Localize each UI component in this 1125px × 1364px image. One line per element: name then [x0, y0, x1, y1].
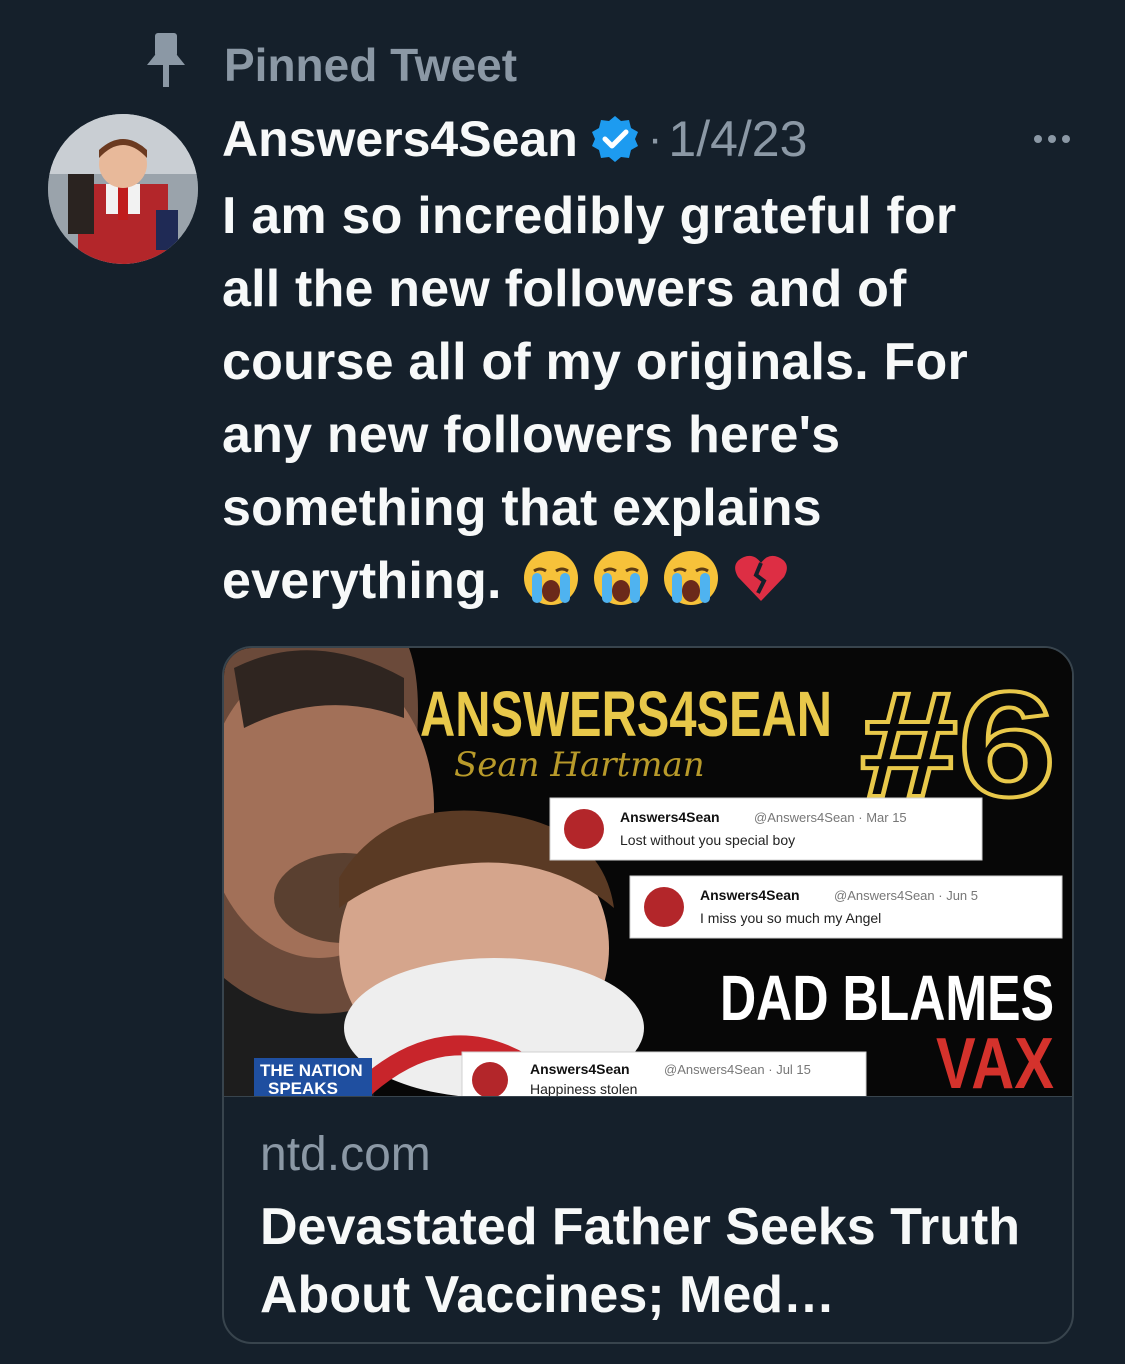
pin-icon: [140, 30, 192, 90]
embedded-tweet: Answers4Sean @Answers4Sean · Jun 5 I mis…: [629, 875, 1063, 939]
image-headline-2: VAX: [936, 1024, 1054, 1096]
card-domain: ntd.com: [260, 1128, 431, 1181]
svg-text:THE NATION: THE NATION: [260, 1061, 363, 1080]
svg-text:SPEAKS: SPEAKS: [268, 1079, 338, 1096]
author-name[interactable]: Answers4Sean: [222, 110, 578, 168]
embedded-tweet-name: Answers4Sean: [620, 809, 720, 825]
card-title[interactable]: Devastated Father Seeks Truth About Vacc…: [260, 1193, 1050, 1329]
tweet-text-line: any new followers here's: [222, 406, 841, 464]
embedded-tweet-handle: @Answers4Sean · Jul 15: [664, 1062, 811, 1077]
embedded-tweet-text: I miss you so much my Angel: [700, 910, 881, 926]
embedded-tweet-name: Answers4Sean: [530, 1061, 630, 1077]
link-preview-card[interactable]: ANSWERS4SEAN Sean Hartman #6 Answers4Sea…: [222, 646, 1074, 1344]
card-image: ANSWERS4SEAN Sean Hartman #6 Answers4Sea…: [224, 648, 1072, 1096]
tweet-text-line: course all of my originals. For: [222, 333, 968, 391]
embedded-tweet: Answers4Sean @Answers4Sean · Mar 15 Lost…: [549, 797, 983, 861]
pinned-label: Pinned Tweet: [224, 39, 518, 91]
pinned-indicator: Pinned Tweet: [140, 30, 517, 91]
embedded-tweet-text: Lost without you special boy: [620, 832, 795, 848]
embedded-tweet: Answers4Sean @Answers4Sean · Jul 15 Happ…: [461, 1051, 867, 1096]
tweet-date[interactable]: 1/4/23: [668, 110, 807, 168]
card-footer: ntd.com Devastated Father Seeks Truth Ab…: [224, 1096, 1072, 1342]
embedded-tweet-text: Happiness stolen: [530, 1081, 637, 1096]
tweet-text-line: something that explains: [222, 479, 822, 537]
tweet-text: I am so incredibly grateful for all the …: [222, 180, 1082, 618]
verified-badge-icon: [590, 114, 640, 164]
embedded-tweet-name: Answers4Sean: [700, 887, 800, 903]
tweet-text-line-last: everything.: [222, 545, 1082, 618]
broken-heart-icon: [732, 549, 790, 607]
emoji-group: [522, 549, 790, 607]
author-avatar[interactable]: [48, 114, 198, 264]
loudly-crying-face-icon: [662, 549, 720, 607]
tweet-text-line: I am so incredibly grateful for: [222, 187, 957, 245]
tweet-text-line: all the new followers and of: [222, 260, 907, 318]
the-nation-speaks-logo: THE NATION SPEAKS: [254, 1058, 372, 1096]
more-options-icon[interactable]: [1030, 124, 1074, 154]
image-script-name: Sean Hartman: [454, 745, 705, 785]
loudly-crying-face-icon: [592, 549, 650, 607]
embedded-tweet-handle: @Answers4Sean · Mar 15: [754, 810, 907, 825]
separator-dot: ·: [647, 114, 663, 163]
loudly-crying-face-icon: [522, 549, 580, 607]
tweet-header: Answers4Sean · 1/4/23: [222, 108, 807, 170]
image-headline-top: ANSWERS4SEAN: [420, 678, 832, 750]
embedded-tweet-handle: @Answers4Sean · Jun 5: [834, 888, 978, 903]
tweet-text-line: everything.: [222, 552, 502, 610]
